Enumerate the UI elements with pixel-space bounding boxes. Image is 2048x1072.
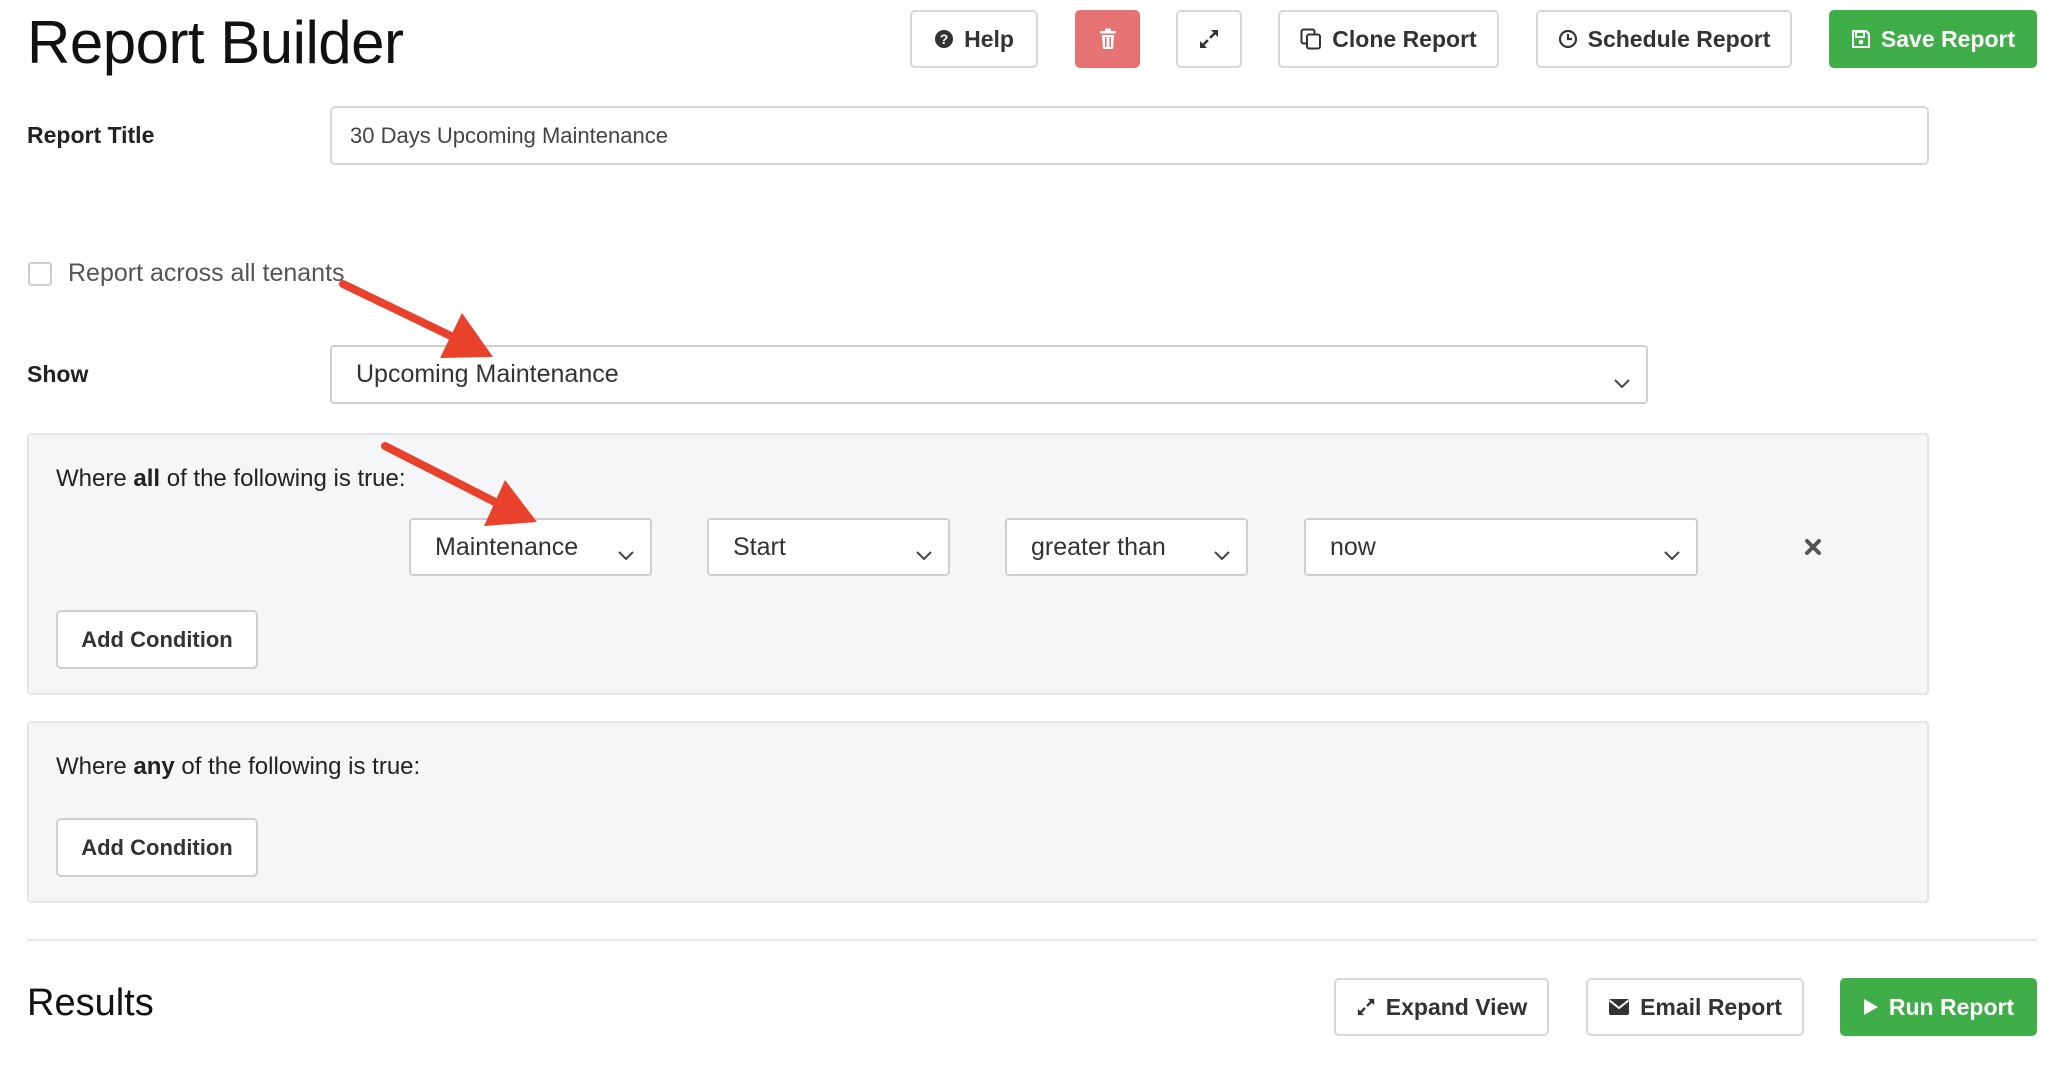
annotation-arrow-condition (381, 442, 537, 526)
annotation-arrow-show (339, 280, 493, 358)
annotation-arrows (339, 280, 537, 526)
